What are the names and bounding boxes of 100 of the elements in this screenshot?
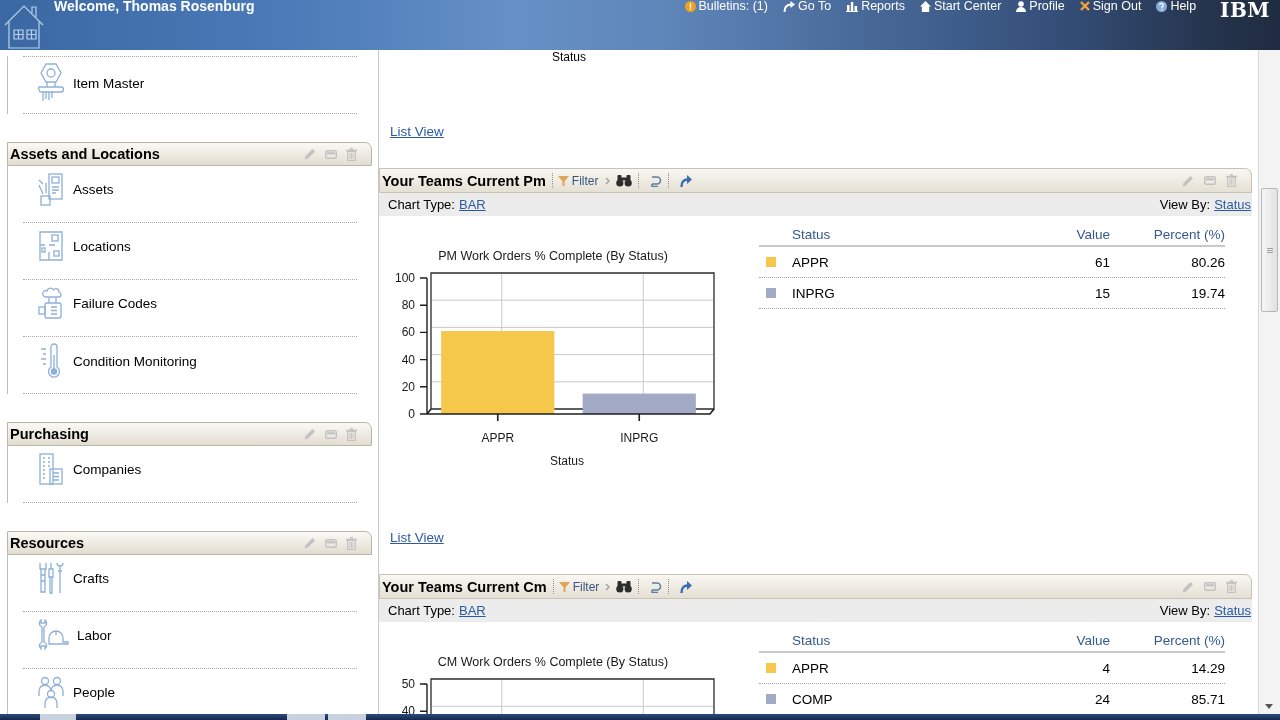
sidebar-item[interactable]: People [37, 675, 116, 709]
cross-icon [1079, 1, 1090, 11]
table-cell: 15 [1094, 285, 1110, 301]
grip-icon [1266, 247, 1273, 253]
filter-button[interactable]: Filter [558, 579, 600, 594]
return-icon[interactable] [650, 580, 663, 593]
tick-label: 20 [401, 379, 415, 394]
sidebar-item[interactable]: Assets [37, 172, 114, 206]
funnel-icon [557, 175, 569, 186]
view-by-link[interactable]: Status [1214, 603, 1251, 618]
pencil-icon[interactable] [304, 537, 316, 549]
welcome-text: Welcome, Thomas Rosenburg [54, 0, 255, 13]
taskbar-button[interactable] [328, 714, 366, 720]
question-icon [1156, 0, 1168, 12]
trash-icon[interactable] [346, 147, 357, 161]
minimize-icon[interactable] [325, 149, 337, 159]
view-by-label: View By: [1159, 603, 1211, 618]
filter-button[interactable]: Filter [557, 173, 599, 188]
chart-type-label: Chart Type: [388, 603, 455, 618]
house-icon [919, 0, 931, 12]
scrollbar-thumb[interactable] [1261, 188, 1278, 312]
nav-link[interactable]: Sign Out [1079, 0, 1142, 12]
sidebar-item[interactable]: Companies [37, 452, 142, 486]
hex-nut-icon [37, 63, 65, 103]
minimize-icon[interactable] [1204, 582, 1216, 591]
column-header: Value [1076, 632, 1110, 648]
sidebar-item[interactable]: Failure Codes [37, 286, 158, 320]
motor-icon [37, 286, 65, 320]
category-label: INPRG [620, 431, 659, 445]
return-icon[interactable] [649, 174, 662, 187]
binoculars-icon[interactable] [615, 174, 632, 187]
table-cell: 19.74 [1191, 285, 1225, 301]
sidebar-item[interactable]: Locations [37, 229, 131, 263]
people-icon [37, 675, 65, 709]
alert-icon [684, 0, 696, 12]
down-arrow-icon[interactable] [1265, 704, 1273, 709]
taskbar-button[interactable] [40, 714, 76, 720]
scrollbar-track[interactable] [1258, 50, 1280, 714]
pencil-icon[interactable] [304, 148, 316, 160]
nav-link[interactable]: Start Center [919, 0, 1002, 12]
control-panel-icon [37, 172, 65, 206]
chevron-icon[interactable] [605, 582, 611, 591]
tick-label: 40 [401, 352, 415, 367]
wrench-helmet-icon [37, 618, 69, 652]
sidebar-item[interactable]: Crafts [37, 561, 109, 595]
curved-arrow-icon [783, 0, 795, 12]
chart-type-link[interactable]: BAR [458, 603, 486, 618]
minimize-icon[interactable] [1204, 176, 1216, 185]
table-cell: COMP [792, 691, 833, 707]
minimize-icon[interactable] [325, 429, 337, 439]
view-by-label: View By: [1159, 197, 1211, 212]
floor-plan-icon [37, 229, 65, 263]
column-header: Value [1076, 226, 1110, 242]
table-cell: 85.71 [1191, 691, 1225, 707]
portlet-title: Resources [10, 535, 85, 551]
table-cell: 80.26 [1191, 254, 1225, 270]
trash-icon[interactable] [346, 427, 357, 441]
building-icon [37, 452, 65, 486]
nav-link[interactable]: Go To [783, 0, 832, 12]
nav-link[interactable]: Profile [1016, 0, 1065, 12]
list-view-link[interactable]: List View [390, 530, 444, 545]
binoculars-icon[interactable] [616, 580, 633, 593]
nav-link[interactable]: Help [1156, 0, 1197, 12]
pencil-icon[interactable] [304, 428, 316, 440]
sidebar-item[interactable]: Condition Monitoring [37, 343, 197, 379]
view-by-link[interactable]: Status [1214, 197, 1251, 212]
taskbar-button[interactable] [287, 714, 325, 720]
table-cell: 61 [1094, 254, 1110, 270]
sidebar-item[interactable]: Labor [37, 618, 112, 652]
table-cell: APPR [792, 660, 829, 676]
tools-icon [37, 561, 65, 595]
table-cell: 4 [1102, 660, 1110, 676]
column-header: Percent (%) [1153, 226, 1225, 242]
curved-arrow-icon[interactable] [680, 580, 693, 593]
funnel-icon [558, 581, 570, 592]
logo: IBM [1220, 0, 1270, 20]
table-cell: INPRG [792, 285, 835, 301]
tick-label: 0 [408, 407, 415, 421]
tick-label: 60 [401, 325, 415, 340]
pencil-icon[interactable] [1182, 174, 1194, 187]
chart-type-label: Chart Type: [388, 197, 455, 212]
curved-arrow-icon[interactable] [679, 174, 692, 187]
trash-icon[interactable] [1226, 580, 1237, 593]
column-header: Percent (%) [1153, 632, 1225, 648]
table-cell: 24 [1094, 691, 1110, 707]
chevron-icon[interactable] [604, 176, 610, 185]
house-icon [3, 3, 45, 49]
portlet-title: Your Teams Current Pm [382, 172, 546, 189]
sidebar-item[interactable]: Item Master [37, 63, 145, 103]
trash-icon[interactable] [1226, 174, 1237, 187]
minimize-icon[interactable] [325, 538, 337, 548]
nav-link[interactable]: Reports [846, 0, 905, 12]
trash-icon[interactable] [346, 536, 357, 550]
category-label: APPR [481, 431, 515, 445]
chart-type-link[interactable]: BAR [458, 197, 486, 212]
axis-label: Status [550, 454, 584, 468]
nav-link[interactable]: Bulletins: (1) [684, 0, 768, 12]
pencil-icon[interactable] [1182, 580, 1194, 593]
list-view-link[interactable]: List View [390, 124, 444, 139]
table-cell: 14.29 [1191, 660, 1225, 676]
